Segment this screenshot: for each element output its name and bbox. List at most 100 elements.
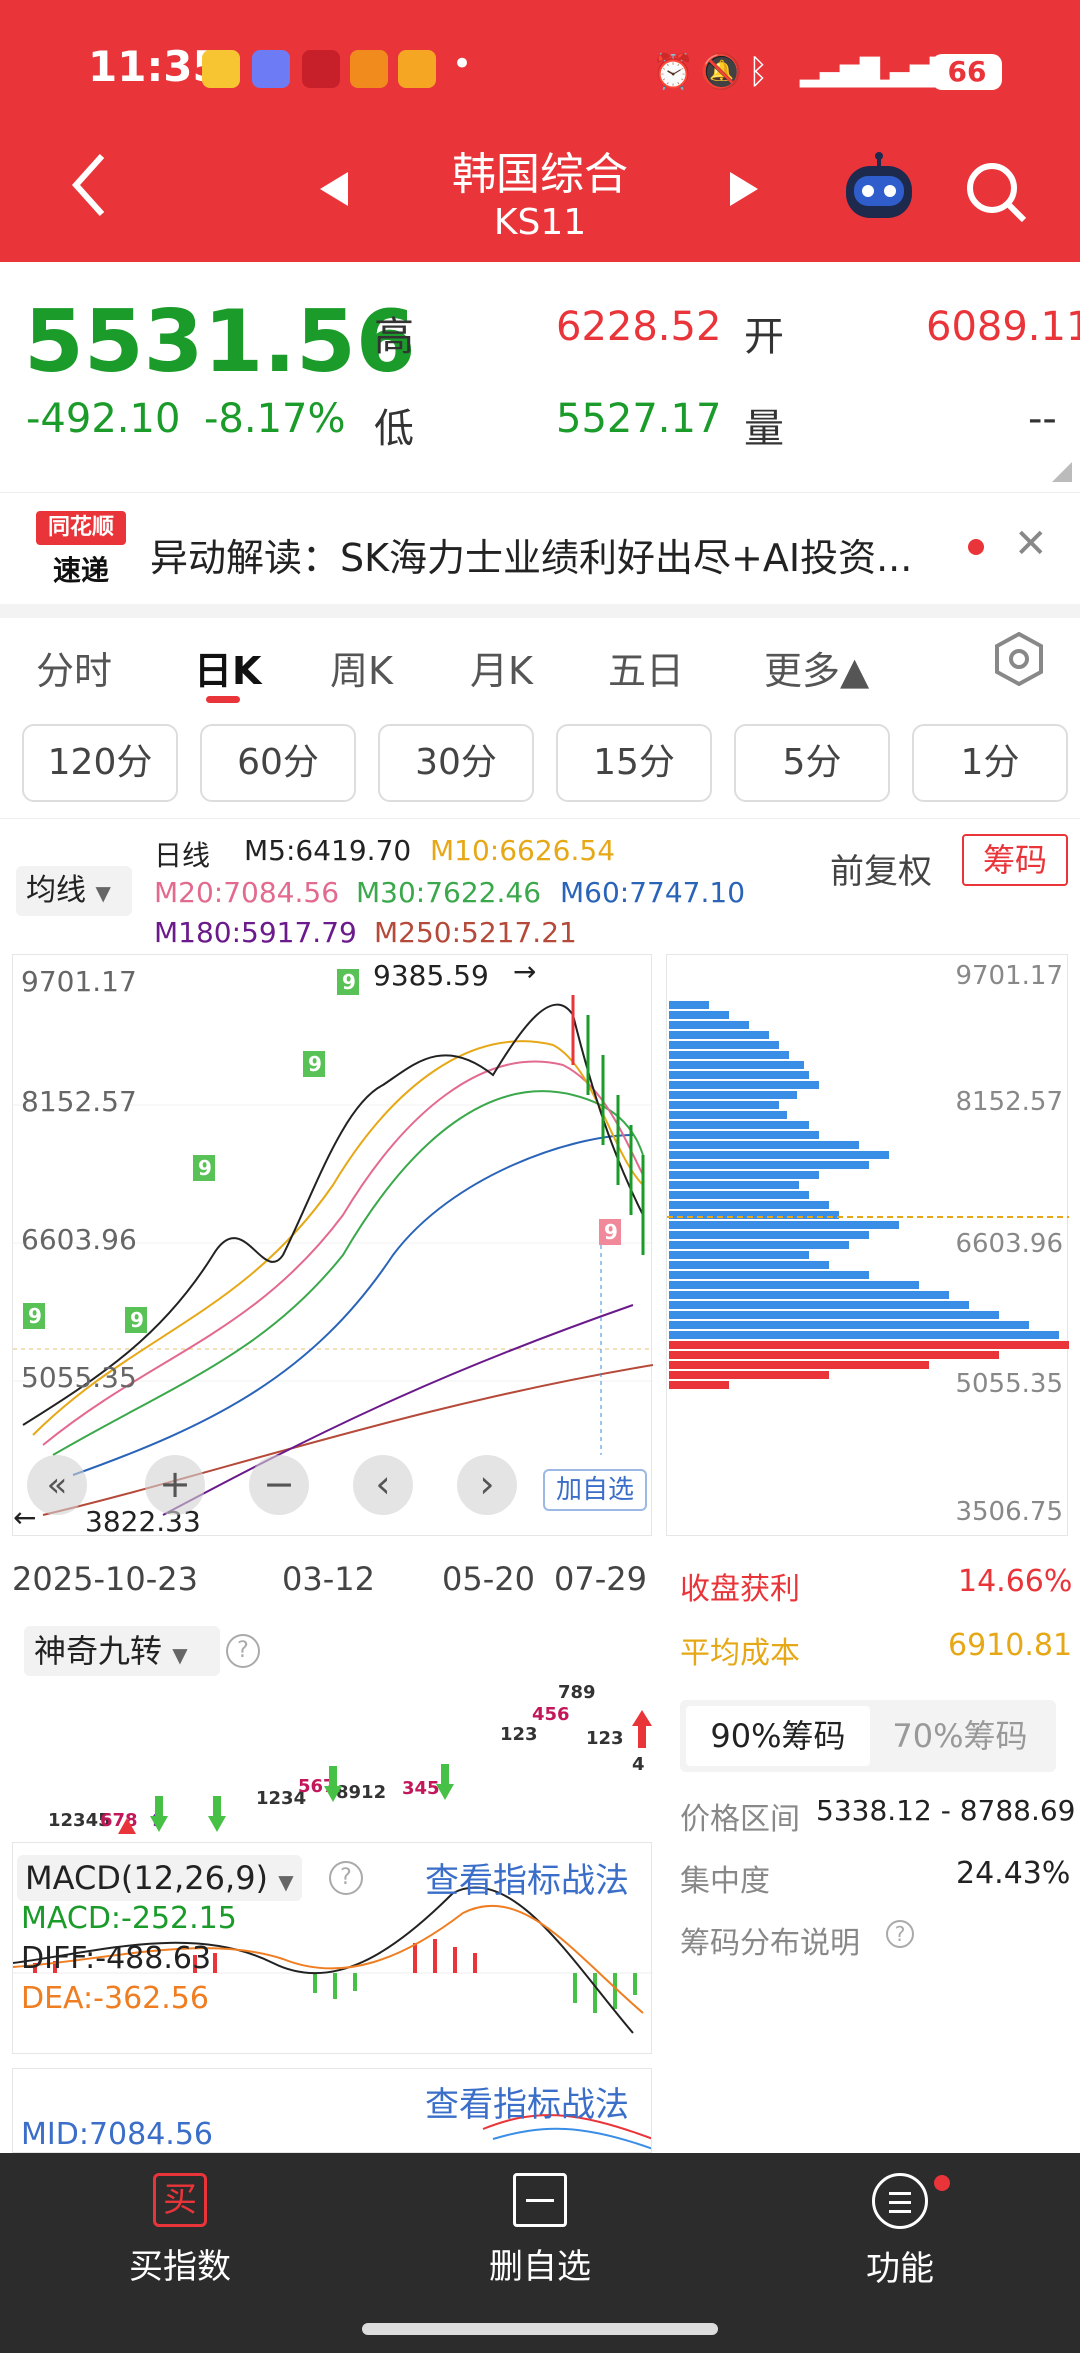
y-label: 5055.35 (21, 1361, 137, 1394)
avg-cost-value: 6910.81 (948, 1628, 1073, 1663)
chip-explain-link[interactable]: 筹码分布说明 (680, 1918, 860, 1962)
date-label: 07-29 (554, 1560, 647, 1598)
alarm-icon: ⏰ (652, 52, 695, 92)
help-icon[interactable]: ? (329, 1861, 363, 1895)
robot-assistant-icon[interactable] (840, 152, 918, 228)
low-mark-arrow: ← (13, 1501, 37, 1534)
buy-index-label: 买指数 (129, 2247, 231, 2287)
active-tab-indicator (206, 696, 240, 703)
remove-watch-button[interactable]: 删自选 (440, 2173, 640, 2288)
date-label: 05-20 (442, 1560, 535, 1598)
notification-dot (934, 2175, 950, 2191)
tab-fenshi[interactable]: 分时 (36, 640, 112, 695)
search-icon[interactable] (964, 160, 1028, 228)
macd-selector-label: MACD(12,26,9) (25, 1859, 269, 1897)
add-watch-button[interactable]: 加自选 (543, 1469, 647, 1511)
profit-label: 收盘获利 (680, 1572, 800, 1607)
open-label: 开 (744, 314, 784, 360)
app-notification-icon (398, 50, 436, 88)
tab-five-day[interactable]: 五日 (608, 640, 684, 695)
concentration-label: 集中度 (680, 1864, 770, 1899)
tab-monthly-k[interactable]: 月K (470, 640, 533, 695)
scroll-left-icon[interactable]: ‹ (353, 1455, 413, 1515)
concentration-value: 24.43% (956, 1856, 1071, 1891)
period-tabs: 分时 日K 周K 月K 五日 更多▲ (0, 620, 1080, 710)
quote-panel: 5531.56 -492.10 -8.17% 高 6228.52 低 5527.… (0, 262, 1080, 492)
high-label: 高 (374, 314, 414, 360)
ma-selector[interactable]: 均线 ▼ (16, 866, 132, 916)
zoom-in-icon[interactable]: + (145, 1455, 205, 1515)
period-60m-button[interactable]: 60分 (200, 724, 356, 802)
function-menu-button[interactable]: 功能 (800, 2173, 1000, 2290)
help-icon[interactable]: ? (886, 1920, 914, 1948)
dropdown-icon: ▼ (278, 1870, 294, 1894)
view-strategy-link[interactable]: 查看指标战法 (425, 2077, 629, 2126)
tonghuashun-logo: 同花顺 速递 (36, 511, 126, 587)
date-label: 2025-10-23 (12, 1560, 198, 1598)
settings-icon[interactable] (994, 631, 1044, 690)
price-range-label: 价格区间 (680, 1802, 800, 1837)
low-label: 低 (374, 406, 414, 452)
chip-percent-toggle: 90%筹码 70%筹码 (680, 1700, 1056, 1772)
buy-index-button[interactable]: 买 买指数 (80, 2173, 280, 2288)
chip-70-tab[interactable]: 70%筹码 (870, 1706, 1050, 1766)
fuquan-toggle[interactable]: 前复权 (830, 844, 932, 893)
period-120m-button[interactable]: 120分 (22, 724, 178, 802)
zoom-out-icon[interactable]: − (249, 1455, 309, 1515)
date-label: 03-12 (282, 1560, 375, 1598)
period-1m-button[interactable]: 1分 (912, 724, 1068, 802)
chip-button[interactable]: 筹码 (962, 834, 1068, 886)
macd-chart[interactable]: MACD(12,26,9) ▼ ? 查看指标战法 MACD:-252.15 DI… (12, 1842, 653, 2054)
news-banner[interactable]: 同花顺 速递 异动解读：SK海力士业绩利好出尽+AI投资... ✕ (0, 492, 1080, 604)
ma60-value: M60:7747.10 (560, 876, 746, 909)
unread-dot (968, 539, 984, 555)
mute-icon: 🔕 (700, 52, 743, 92)
ma-selector-label: 均线 (26, 873, 86, 908)
chip-distribution-chart[interactable]: 9701.17 8152.57 6603.96 5055.35 3506.75 (666, 954, 1069, 1536)
period-30m-button[interactable]: 30分 (378, 724, 534, 802)
high-value: 6228.52 (556, 304, 722, 350)
ma5-value: M5:6419.70 (244, 834, 412, 867)
period-5m-button[interactable]: 5分 (734, 724, 890, 802)
high-mark-label: 9385.59 (373, 959, 489, 992)
ma-line-label: 日线 (154, 839, 211, 872)
volume-value: -- (1028, 396, 1057, 442)
macd-value: MACD:-252.15 (21, 1901, 237, 1936)
open-value: 6089.11 (926, 304, 1080, 350)
tab-more[interactable]: 更多▲ (764, 640, 869, 695)
y-label-top: 9701.17 (21, 965, 137, 998)
view-strategy-link[interactable]: 查看指标战法 (425, 1853, 629, 1902)
dropdown-icon: ▼ (95, 881, 111, 905)
app-notification-icon (202, 50, 240, 88)
boll-chart[interactable]: 查看指标战法 MID:7084.56 (12, 2068, 652, 2153)
chip-y-label: 3506.75 (955, 1497, 1063, 1527)
more-dot-icon: • (452, 44, 473, 84)
chip-90-tab[interactable]: 90%筹码 (686, 1706, 870, 1766)
tab-weekly-k[interactable]: 周K (330, 640, 393, 695)
high-mark-arrow: → (513, 955, 537, 988)
remove-watch-icon (513, 2173, 567, 2227)
status-bar: 11:35 • ⏰ 🔕 ᛒ ▂▄▆█ ▂▄▆█ 66 (0, 30, 1080, 110)
scroll-right-icon[interactable]: › (457, 1455, 517, 1515)
chip-y-label: 5055.35 (955, 1369, 1063, 1399)
signal-icon: ▂▄▆█ (800, 58, 880, 88)
app-notification-icon (350, 50, 388, 88)
macd-selector[interactable]: MACD(12,26,9) ▼ (17, 1855, 302, 1901)
rewind-icon[interactable]: « (27, 1455, 87, 1515)
close-icon[interactable]: ✕ (1014, 521, 1048, 567)
ma20-value: M20:7084.56 (154, 876, 340, 909)
bottom-action-bar: 买 买指数 删自选 功能 (0, 2153, 1080, 2353)
next-index-icon[interactable] (730, 172, 758, 210)
expand-corner-icon[interactable] (1052, 462, 1072, 486)
tab-daily-k[interactable]: 日K (194, 640, 261, 695)
period-15m-button[interactable]: 15分 (556, 724, 712, 802)
home-indicator[interactable] (362, 2323, 718, 2335)
volume-label: 量 (744, 406, 784, 452)
svg-text:123: 123 (500, 1724, 538, 1745)
kline-chart[interactable]: 9 9 9 9 9 9 9701.17 8152.57 6603.96 5055… (12, 954, 653, 1538)
menu-icon (872, 2173, 928, 2229)
chip-y-label: 6603.96 (955, 1229, 1063, 1259)
divider (0, 818, 1080, 819)
svg-text:456: 456 (532, 1704, 570, 1725)
news-text: 异动解读：SK海力士业绩利好出尽+AI投资... (150, 536, 913, 580)
